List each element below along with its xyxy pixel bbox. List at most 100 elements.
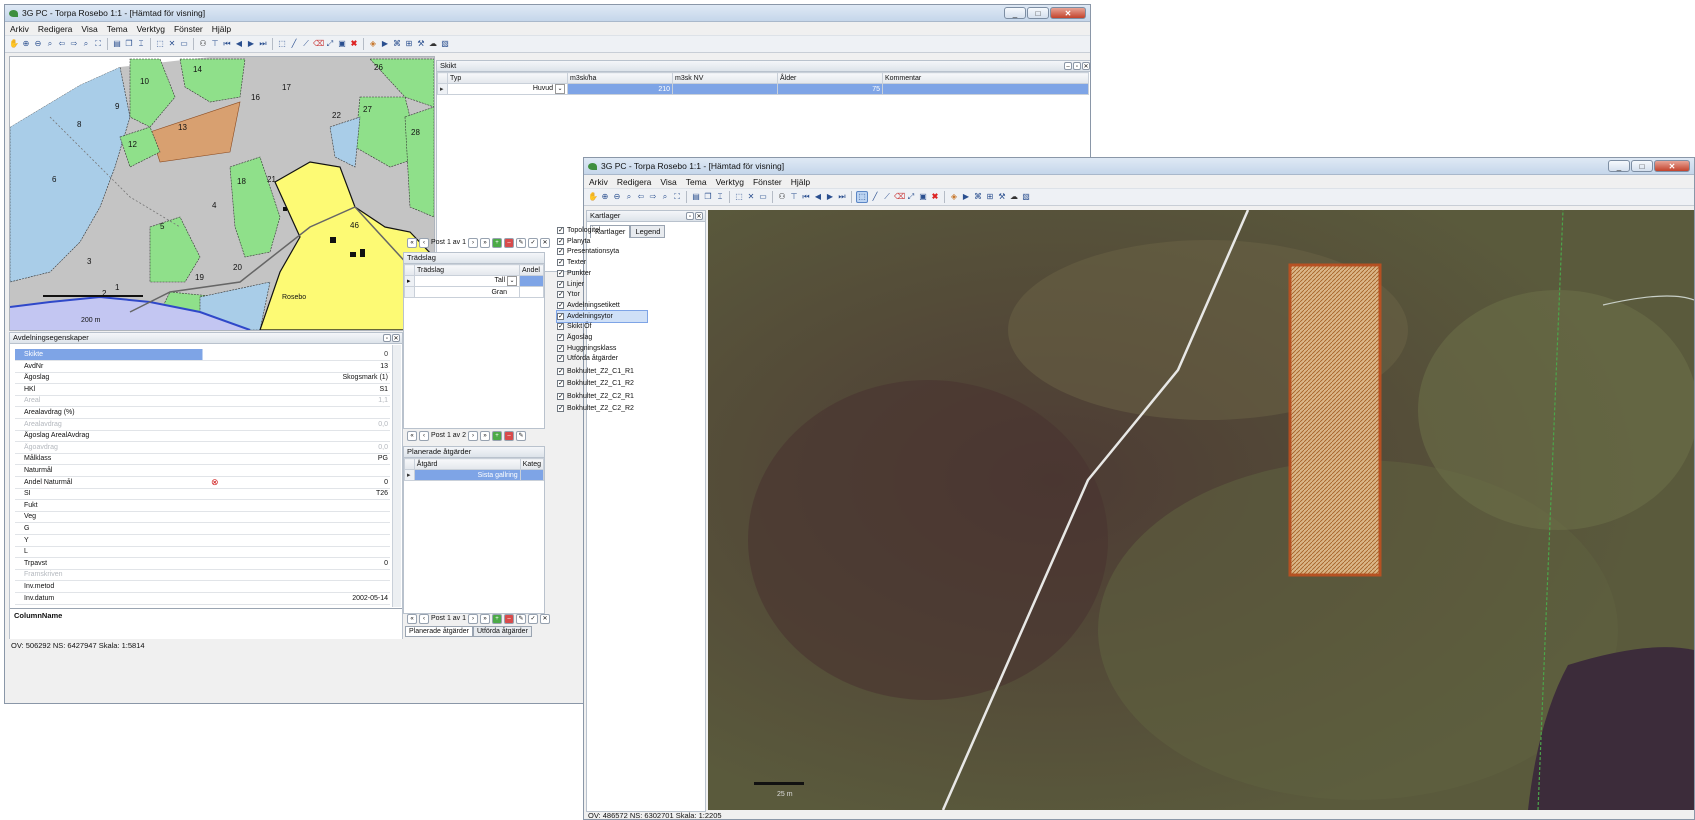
image-icon[interactable]: ▧ bbox=[1021, 192, 1031, 202]
cancel-record-button[interactable]: ✕ bbox=[540, 613, 551, 624]
property-row[interactable]: L bbox=[15, 546, 390, 559]
property-value[interactable]: 2002-05-14 bbox=[352, 593, 388, 604]
measure-icon[interactable]: ⌶ bbox=[136, 39, 146, 49]
property-row[interactable]: Framskriven bbox=[15, 569, 390, 582]
menu-fonster[interactable]: Fönster bbox=[174, 24, 203, 34]
menu-redigera[interactable]: Redigera bbox=[38, 24, 73, 34]
property-row[interactable]: Fukt bbox=[15, 500, 390, 512]
layer-checkbox[interactable]: ✓ bbox=[557, 323, 564, 331]
split-icon[interactable]: ⤢ bbox=[325, 39, 335, 49]
save-icon[interactable]: ▣ bbox=[337, 39, 347, 49]
menu-visa[interactable]: Visa bbox=[660, 177, 676, 187]
add-record-button[interactable]: + bbox=[492, 237, 503, 248]
column-header[interactable]: Ålder bbox=[777, 72, 883, 84]
edit-select-icon[interactable]: ⬚ bbox=[277, 39, 287, 49]
andel-cell[interactable] bbox=[519, 286, 544, 298]
menu-arkiv[interactable]: Arkiv bbox=[10, 24, 29, 34]
next-record-icon[interactable]: ▶ bbox=[825, 192, 835, 202]
layer-checkbox[interactable]: ✓ bbox=[557, 355, 564, 363]
split-icon[interactable]: ⤢ bbox=[906, 192, 916, 202]
layers-icon[interactable]: ◈ bbox=[368, 39, 378, 49]
property-row[interactable]: Naturmål bbox=[15, 465, 390, 477]
property-row[interactable]: Ägoslag Skogsmark (1) bbox=[15, 372, 390, 385]
pan-hand-icon[interactable]: ✋ bbox=[9, 39, 19, 49]
layer-checkbox[interactable]: ✓ bbox=[557, 269, 564, 277]
tool-icon[interactable]: ⚒ bbox=[997, 192, 1007, 202]
select-icon[interactable]: ⬚ bbox=[734, 192, 744, 202]
last-record-icon[interactable]: ⏭ bbox=[258, 39, 268, 49]
tree-icon[interactable]: ⌘ bbox=[973, 192, 983, 202]
tab-planerade-atgarder[interactable]: Planerade åtgärder bbox=[405, 626, 473, 637]
property-value[interactable]: 0 bbox=[384, 477, 388, 488]
layer-checkbox[interactable]: ✓ bbox=[557, 380, 564, 388]
print-preview-icon[interactable]: ▤ bbox=[112, 39, 122, 49]
first-record-icon[interactable]: ⏮ bbox=[801, 192, 811, 202]
remove-record-button[interactable]: – bbox=[504, 237, 515, 248]
zoom-icon[interactable]: ⌕ bbox=[45, 39, 55, 49]
table-row[interactable]: ▸ Huvud ⌄ 210 75 bbox=[437, 83, 1089, 95]
minimize-button[interactable]: _ bbox=[1608, 160, 1630, 172]
layer-item[interactable]: ✓ Huggningsklass bbox=[557, 343, 647, 354]
stand-map[interactable] bbox=[9, 56, 435, 331]
zoom-extent-icon[interactable]: ⛶ bbox=[672, 192, 682, 202]
property-row[interactable]: HKl S1 bbox=[15, 384, 390, 396]
column-header[interactable]: Typ bbox=[447, 72, 568, 84]
page-icon[interactable]: ▭ bbox=[758, 192, 768, 202]
edit-select-icon[interactable]: ⬚ bbox=[856, 191, 868, 203]
hierarchy-icon[interactable]: ⊞ bbox=[985, 192, 995, 202]
layer-checkbox[interactable]: ✓ bbox=[557, 405, 564, 413]
close-button[interactable]: ✕ bbox=[1654, 160, 1690, 172]
panel-minimize-button[interactable]: – bbox=[1064, 62, 1072, 70]
edit-record-button[interactable]: ✎ bbox=[516, 430, 527, 441]
select-cross-icon[interactable]: ✕ bbox=[167, 39, 177, 49]
draw-polyline-icon[interactable]: ⟋ bbox=[301, 39, 311, 49]
menu-hjalp[interactable]: Hjälp bbox=[791, 177, 810, 187]
column-header[interactable]: Kommentar bbox=[882, 72, 1089, 84]
property-row[interactable]: Arealavdrag 0,0 bbox=[15, 419, 390, 431]
zoom-extent-icon[interactable]: ⛶ bbox=[93, 39, 103, 49]
column-header[interactable]: Andel bbox=[519, 264, 544, 276]
edit-record-button[interactable]: ✎ bbox=[516, 613, 527, 624]
forward-arrow-icon[interactable]: ⇨ bbox=[69, 39, 79, 49]
layer-item[interactable]: ✓ Linjer bbox=[557, 279, 647, 290]
property-value[interactable]: T26 bbox=[376, 488, 388, 499]
column-header[interactable]: Trädslag bbox=[414, 264, 520, 276]
layer-item[interactable]: ✓ Bokhultet_Z2_C2_R2 bbox=[557, 403, 647, 414]
menu-tema[interactable]: Tema bbox=[107, 24, 128, 34]
eraser-icon[interactable]: ⌫ bbox=[313, 39, 324, 49]
layer-checkbox[interactable]: ✓ bbox=[557, 392, 564, 400]
property-row[interactable]: Inv.datum 2002-05-14 bbox=[15, 593, 390, 605]
tree-filter-icon[interactable]: ⊤ bbox=[789, 192, 799, 202]
property-row[interactable]: Veg bbox=[15, 511, 390, 524]
previous-record-icon[interactable]: ◀ bbox=[234, 39, 244, 49]
select-icon[interactable]: ⬚ bbox=[155, 39, 165, 49]
property-value[interactable]: PG bbox=[378, 453, 388, 464]
layer-item[interactable]: ✓ Ytor bbox=[557, 289, 647, 300]
zoom-icon[interactable]: ⌕ bbox=[624, 192, 634, 202]
next-page-button[interactable]: › bbox=[468, 613, 479, 624]
prev-page-button[interactable]: ‹ bbox=[419, 430, 429, 441]
zoom-out-icon[interactable]: ⊖ bbox=[33, 39, 43, 49]
panel-float-button[interactable]: ▫ bbox=[686, 212, 694, 220]
m3sk-ha-cell[interactable]: 210 bbox=[567, 83, 673, 95]
minimize-button[interactable]: _ bbox=[1004, 7, 1026, 19]
prev-page-button[interactable]: ‹ bbox=[419, 613, 429, 624]
zoom-out-icon[interactable]: ⊖ bbox=[612, 192, 622, 202]
menu-verktyg[interactable]: Verktyg bbox=[137, 24, 165, 34]
table-row[interactable]: ▸ Tall ⌄ bbox=[404, 275, 544, 287]
column-header[interactable]: Kateg bbox=[519, 458, 545, 470]
dropdown-arrow-icon[interactable]: ⌄ bbox=[507, 276, 517, 286]
layer-item[interactable]: ✓ Presentationsyta bbox=[557, 246, 647, 257]
close-button[interactable]: ✕ bbox=[1050, 7, 1086, 19]
zoom-in-icon[interactable]: ⊕ bbox=[600, 192, 610, 202]
next-record-icon[interactable]: ▶ bbox=[246, 39, 256, 49]
dropdown-arrow-icon[interactable]: ⌄ bbox=[555, 84, 565, 94]
layer-item[interactable]: ✓ Punkter bbox=[557, 268, 647, 279]
property-row[interactable]: AvdNr 13 bbox=[15, 361, 390, 373]
property-value[interactable]: 0,0 bbox=[378, 442, 388, 453]
panel-float-button[interactable]: ▫ bbox=[1073, 62, 1081, 70]
layer-item[interactable]: ✓ Topologitel bbox=[557, 225, 647, 236]
layer-item[interactable]: ✓ Planyta bbox=[557, 236, 647, 247]
layer-item[interactable]: ✓ Bokhultet_Z2_C1_R1 bbox=[557, 366, 647, 377]
first-page-button[interactable]: « bbox=[407, 430, 417, 441]
